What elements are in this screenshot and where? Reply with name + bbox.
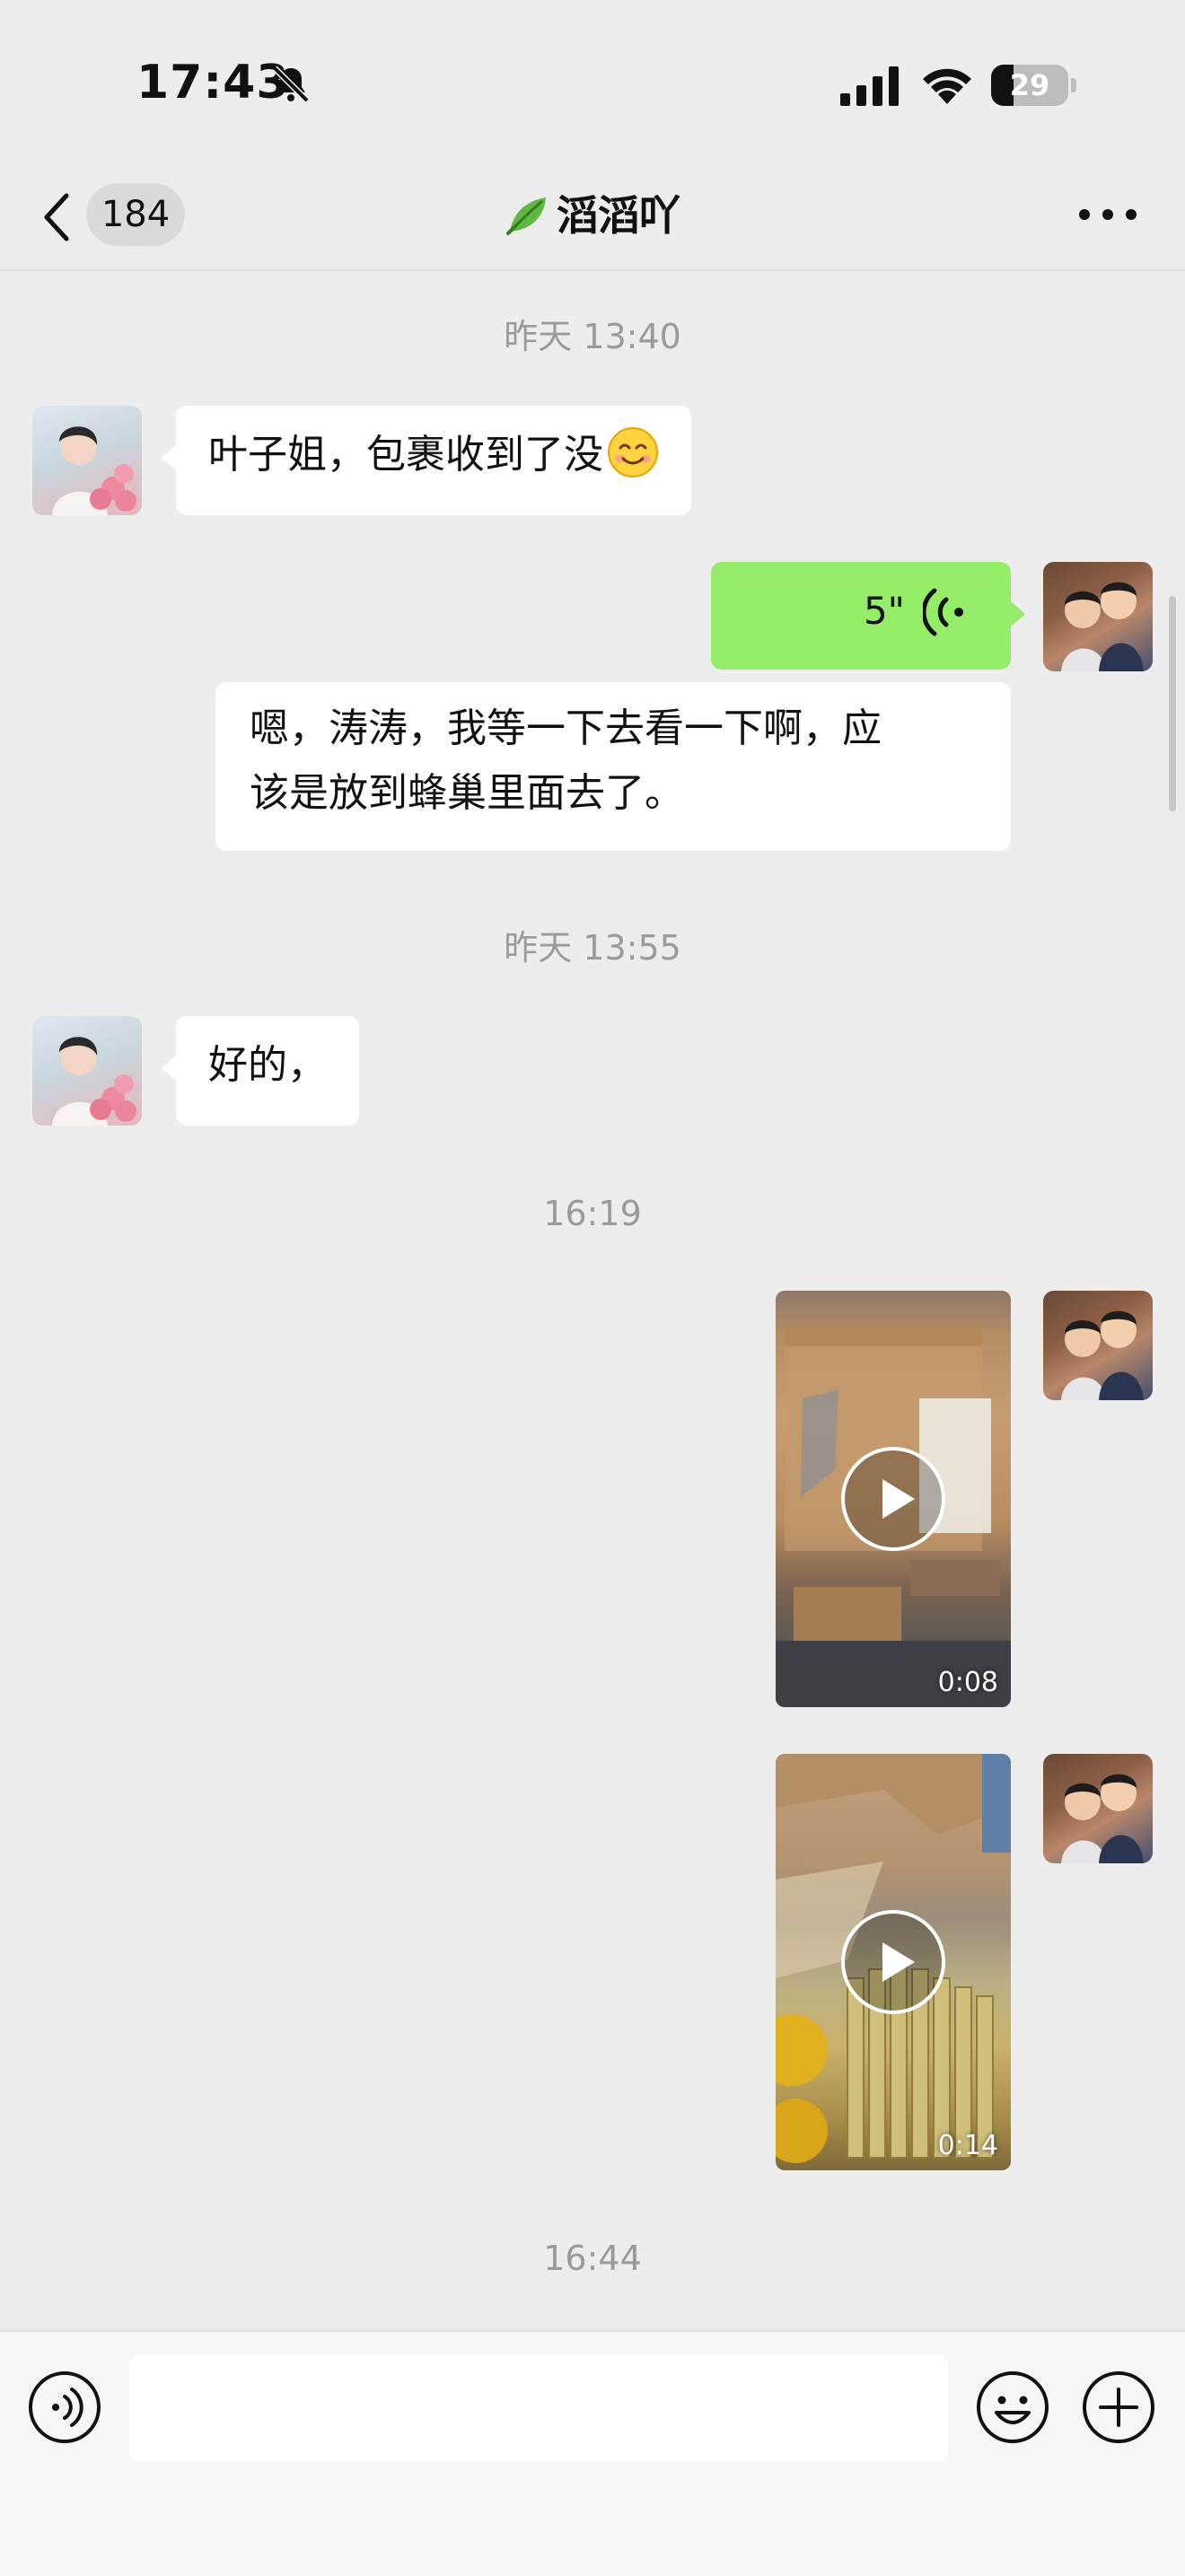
battery-icon: 29 xyxy=(991,65,1077,106)
cellular-signal-icon xyxy=(840,66,899,106)
message-bubble-incoming[interactable]: 叶子姐，包裹收到了没 xyxy=(176,406,691,515)
leaf-icon xyxy=(506,197,546,235)
my-avatar[interactable] xyxy=(1043,1754,1153,1863)
transcription-line: 嗯，涛涛，我等一下去看一下啊，应 xyxy=(250,705,882,751)
contact-avatar[interactable] xyxy=(32,1016,142,1126)
chat-header: 184 滔滔吖 xyxy=(0,162,1185,271)
message-timestamp: 16:19 xyxy=(543,1194,642,1233)
plus-icon[interactable] xyxy=(1081,2370,1156,2445)
video-duration: 0:14 xyxy=(937,2130,998,2161)
wifi-icon xyxy=(923,68,971,104)
chevron-left-icon xyxy=(44,193,69,241)
scrollbar[interactable] xyxy=(1169,596,1176,811)
voice-message-bubble[interactable]: 5" xyxy=(711,562,1011,670)
message-bubble-incoming[interactable]: 好的， xyxy=(176,1016,359,1126)
video-message[interactable]: 0:08 xyxy=(776,1291,1011,1707)
more-dots-icon[interactable] xyxy=(1074,192,1142,237)
status-time: 17:43 xyxy=(136,56,290,110)
my-avatar[interactable] xyxy=(1043,1291,1153,1400)
unread-count-badge: 184 xyxy=(86,183,185,246)
chat-title[interactable]: 滔滔吖 xyxy=(505,187,680,244)
input-bar xyxy=(0,2330,1185,2576)
message-text: 好的， xyxy=(208,1042,327,1088)
contact-avatar[interactable] xyxy=(32,406,142,515)
status-bar: 17:43 29 xyxy=(0,0,1185,162)
battery-percent: 29 xyxy=(1009,68,1050,102)
voice-input-icon[interactable] xyxy=(27,2370,102,2445)
voice-wave-icon xyxy=(923,588,963,636)
emoji-icon[interactable] xyxy=(975,2370,1050,2445)
back-button[interactable]: 184 xyxy=(36,181,198,250)
chat-title-text: 滔滔吖 xyxy=(557,191,680,240)
smiling-face-emoji xyxy=(608,427,658,478)
voice-transcription[interactable]: 嗯，涛涛，我等一下去看一下啊，应 该是放到蜂巢里面去了。 xyxy=(215,682,1011,851)
message-text: 叶子姐，包裹收到了没 xyxy=(208,432,603,478)
video-duration: 0:08 xyxy=(937,1667,998,1698)
message-timestamp: 昨天 13:40 xyxy=(504,317,681,356)
my-avatar[interactable] xyxy=(1043,562,1153,671)
play-icon[interactable] xyxy=(839,1908,947,2016)
bell-slash-icon xyxy=(272,66,310,103)
message-input[interactable] xyxy=(129,2355,948,2461)
voice-duration: 5" xyxy=(863,589,905,633)
video-message[interactable]: 0:14 xyxy=(776,1754,1011,2170)
transcription-line: 该是放到蜂巢里面去了。 xyxy=(250,770,684,816)
message-timestamp: 昨天 13:55 xyxy=(504,928,681,968)
message-timestamp: 16:44 xyxy=(543,2239,642,2278)
play-icon[interactable] xyxy=(839,1445,947,1553)
